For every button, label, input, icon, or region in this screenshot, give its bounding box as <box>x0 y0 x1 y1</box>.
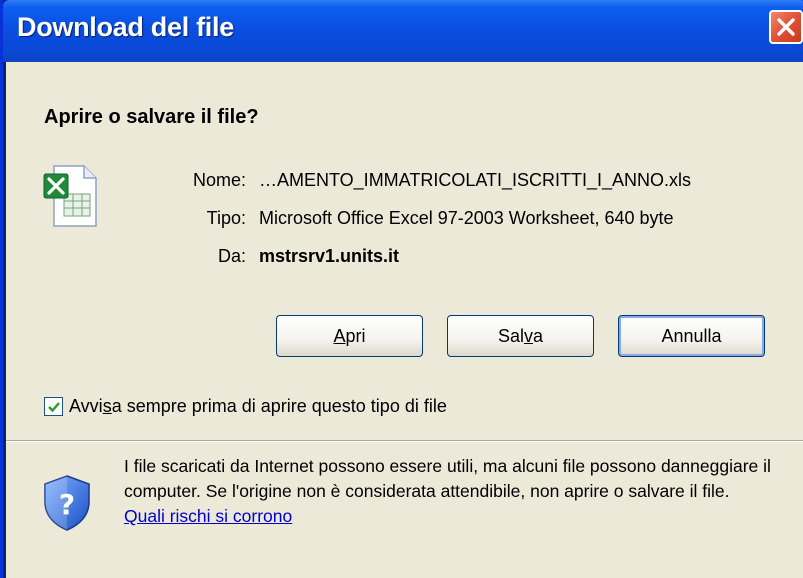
warning-message: I file scaricati da Internet possono ess… <box>124 456 771 501</box>
file-source-label: Da: <box>217 246 246 266</box>
security-shield-icon: ? <box>44 475 90 531</box>
download-dialog-window: Download del file Aprire o salvare il fi… <box>0 0 803 578</box>
risks-link[interactable]: Quali rischi si corrono <box>124 506 292 526</box>
title-bar[interactable]: Download del file <box>3 0 803 62</box>
save-button[interactable]: Salva <box>447 315 594 357</box>
open-button-label: Apri <box>333 325 366 346</box>
excel-file-icon <box>43 165 97 227</box>
file-type-value: Microsoft Office Excel 97-2003 Worksheet… <box>259 208 674 228</box>
always-ask-checkbox[interactable] <box>44 397 63 416</box>
dialog-body: Aprire o salvare il file? Nome: …AMENTO_… <box>6 62 803 578</box>
file-name-value: …AMENTO_IMMATRICOLATI_ISCRITTI_I_ANNO.xl… <box>259 170 692 190</box>
always-ask-label: Avvisa sempre prima di aprire questo tip… <box>69 396 447 416</box>
save-button-label: Salva <box>497 325 544 346</box>
cancel-button[interactable]: Annulla <box>618 315 765 357</box>
file-source-value: mstrsrv1.units.it <box>259 246 400 266</box>
file-name-label: Nome: <box>192 170 246 190</box>
file-type-label: Tipo: <box>206 208 246 228</box>
close-icon <box>777 18 795 36</box>
dialog-heading: Aprire o salvare il file? <box>44 106 259 128</box>
checkmark-icon <box>47 401 60 412</box>
window-title: Download del file <box>17 12 234 42</box>
cancel-button-label: Annulla <box>661 325 722 346</box>
separator-line <box>6 440 803 442</box>
close-button[interactable] <box>769 10 803 44</box>
security-warning-text: I file scaricati da Internet possono ess… <box>124 454 774 529</box>
open-button[interactable]: Apri <box>276 315 423 357</box>
svg-text:?: ? <box>59 488 75 521</box>
always-ask-option[interactable]: Avvisa sempre prima di aprire questo tip… <box>44 396 447 417</box>
